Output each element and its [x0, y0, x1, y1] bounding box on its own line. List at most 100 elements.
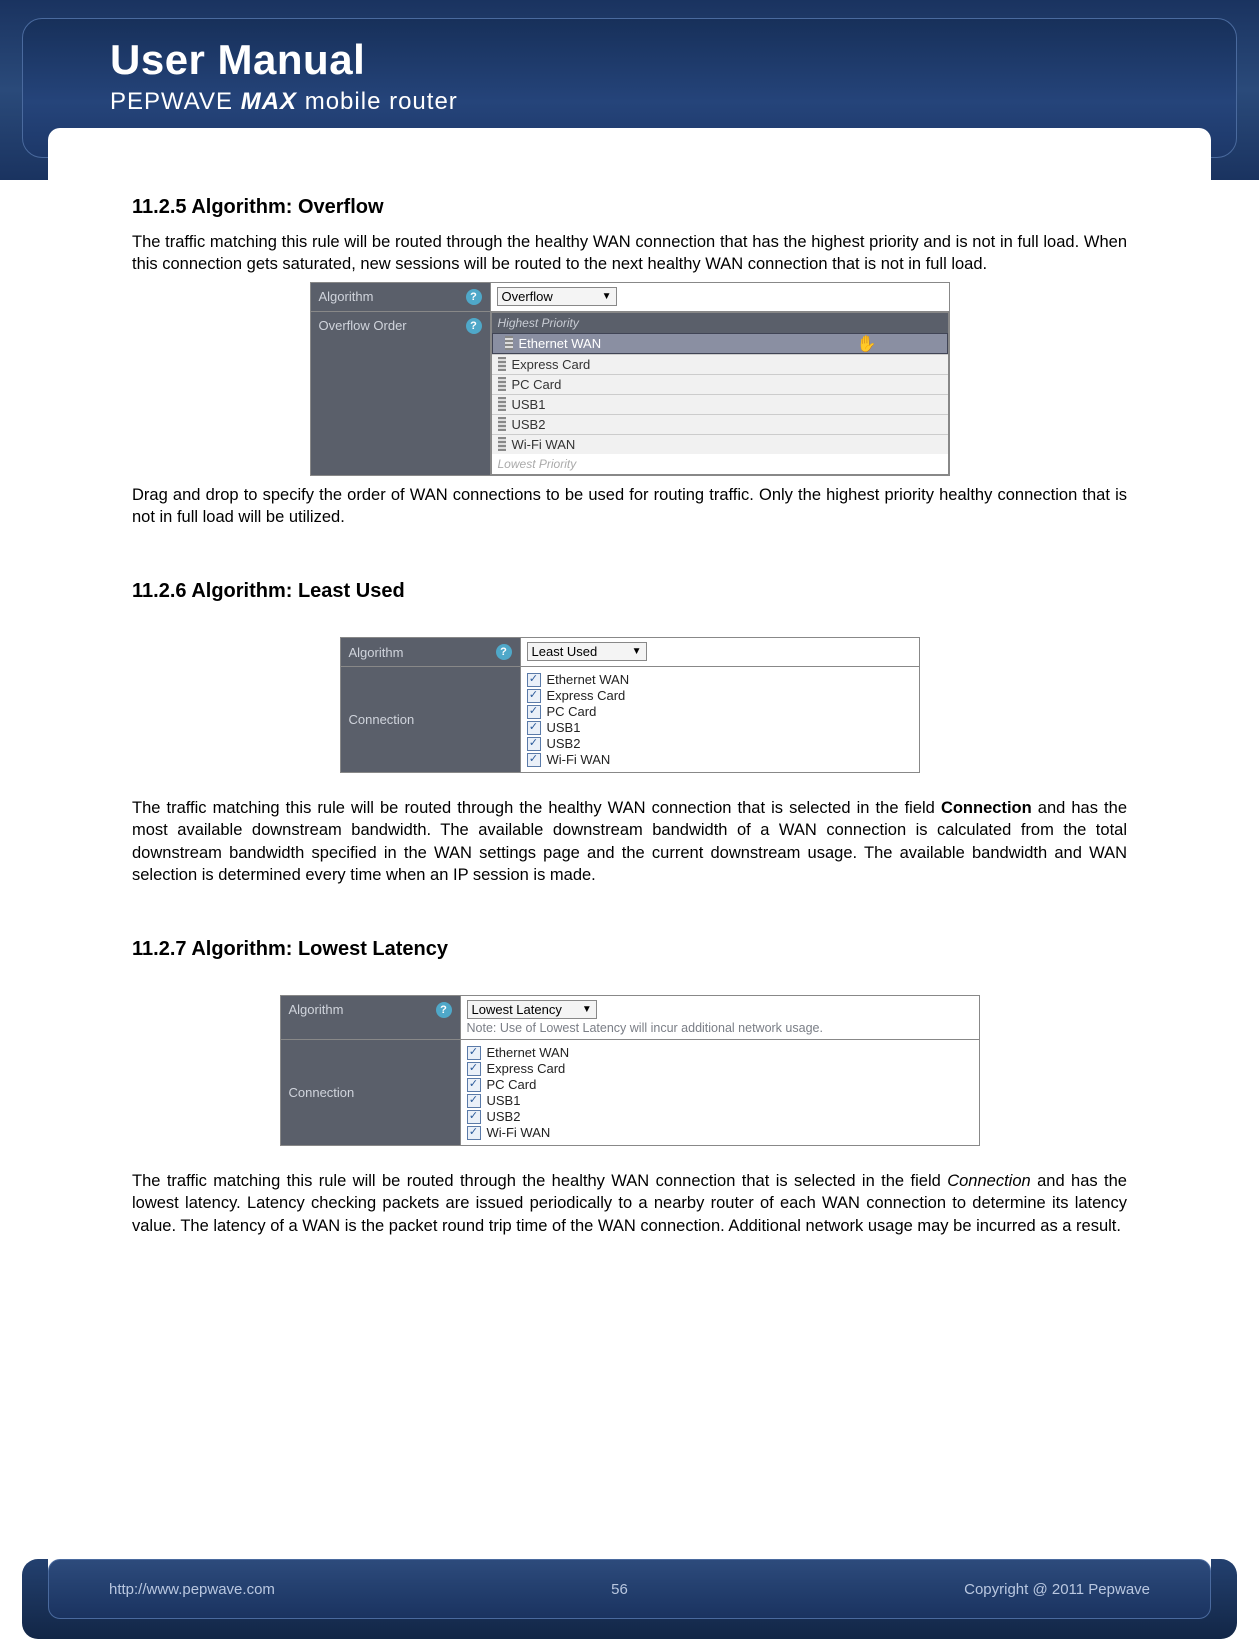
checkbox-icon: ✓	[467, 1126, 481, 1140]
connection-checklist: ✓Ethernet WAN ✓Express Card ✓PC Card ✓US…	[461, 1040, 979, 1145]
connection-checkbox[interactable]: ✓ Ethernet WAN	[527, 672, 913, 687]
connection-checklist: ✓Ethernet WAN ✓Express Card ✓PC Card ✓US…	[521, 667, 919, 772]
lowestlatency-config-panel: Algorithm ? Lowest Latency ▼ Note: Use o…	[280, 995, 980, 1146]
overflow-intro: The traffic matching this rule will be r…	[132, 231, 1127, 276]
checkbox-label: Express Card	[487, 1061, 566, 1076]
grip-icon[interactable]	[498, 397, 506, 411]
priority-item[interactable]: Express Card	[492, 354, 948, 374]
label-overflow-order-text: Overflow Order	[319, 318, 407, 333]
overflow-order-cell: Highest Priority Ethernet WAN ✋ Express …	[491, 312, 949, 475]
overflow-config-panel: Algorithm ? Overflow ▼ Overflow Order ? …	[310, 282, 950, 476]
section-heading-overflow: 11.2.5 Algorithm: Overflow	[132, 196, 1127, 219]
footer-copyright: Copyright @ 2011 Pepwave	[964, 1581, 1150, 1598]
priority-item-dragging[interactable]: Ethernet WAN ✋	[492, 333, 948, 354]
latency-note: Note: Use of Lowest Latency will incur a…	[467, 1021, 973, 1035]
overflow-after: Drag and drop to specify the order of WA…	[132, 484, 1127, 529]
priority-item-label: Express Card	[512, 357, 591, 372]
priority-bottom-label: Lowest Priority	[492, 454, 948, 474]
checkbox-label: Ethernet WAN	[547, 672, 630, 687]
connection-italic: Connection	[947, 1172, 1030, 1190]
brand-name: PEPWAVE	[110, 88, 233, 115]
label-algorithm: Algorithm ?	[311, 283, 491, 311]
algorithm-select[interactable]: Overflow ▼	[497, 287, 617, 306]
checkbox-label: USB1	[547, 720, 581, 735]
checkbox-label: USB1	[487, 1093, 521, 1108]
priority-item[interactable]: USB2	[492, 414, 948, 434]
connection-checkbox[interactable]: ✓ USB2	[467, 1109, 973, 1124]
priority-item-label: USB1	[512, 397, 546, 412]
priority-item[interactable]: Wi-Fi WAN	[492, 434, 948, 454]
label-algorithm: Algorithm ?	[281, 996, 461, 1039]
label-algorithm: Algorithm ?	[341, 638, 521, 666]
checkbox-icon: ✓	[527, 673, 541, 687]
checkbox-icon: ✓	[527, 705, 541, 719]
algorithm-value-cell: Lowest Latency ▼ Note: Use of Lowest Lat…	[461, 996, 979, 1039]
checkbox-icon: ✓	[527, 689, 541, 703]
connection-checkbox[interactable]: ✓Express Card	[527, 688, 913, 703]
label-overflow-order: Overflow Order ?	[311, 312, 491, 475]
label-connection-text: Connection	[289, 1085, 355, 1100]
footer-bar: http://www.pepwave.com 56 Copyright @ 20…	[48, 1559, 1211, 1619]
doc-subtitle: PEPWAVE MAX mobile router	[110, 88, 458, 116]
help-icon[interactable]: ?	[466, 318, 482, 334]
chevron-down-icon: ▼	[582, 1004, 592, 1015]
text-pre: The traffic matching this rule will be r…	[132, 1172, 947, 1190]
priority-item-label: Ethernet WAN	[519, 336, 602, 351]
leastused-config-panel: Algorithm ? Least Used ▼ Connection ✓ Eth…	[340, 637, 920, 773]
lowestlatency-after: The traffic matching this rule will be r…	[132, 1170, 1127, 1237]
page-number: 56	[611, 1581, 628, 1598]
checkbox-label: USB2	[547, 736, 581, 751]
grip-icon[interactable]	[498, 417, 506, 431]
label-algorithm-text: Algorithm	[289, 1002, 344, 1017]
connection-checkbox[interactable]: ✓ USB2	[527, 736, 913, 751]
checkbox-icon: ✓	[527, 753, 541, 767]
algorithm-select[interactable]: Least Used ▼	[527, 642, 647, 661]
label-connection: Connection	[281, 1040, 461, 1145]
checkbox-label: PC Card	[487, 1077, 537, 1092]
connection-checkbox[interactable]: ✓Wi-Fi WAN	[527, 752, 913, 767]
priority-item[interactable]: PC Card	[492, 374, 948, 394]
label-connection-text: Connection	[349, 712, 415, 727]
priority-item[interactable]: USB1	[492, 394, 948, 414]
checkbox-icon: ✓	[527, 737, 541, 751]
priority-item-label: PC Card	[512, 377, 562, 392]
help-icon[interactable]: ?	[496, 644, 512, 660]
algorithm-select-value: Lowest Latency	[472, 1002, 562, 1017]
algorithm-select[interactable]: Lowest Latency ▼	[467, 1000, 597, 1019]
connection-checkbox[interactable]: ✓ PC Card	[467, 1077, 973, 1092]
grab-cursor-icon: ✋	[857, 334, 877, 354]
algorithm-select-value: Least Used	[532, 644, 598, 659]
checkbox-label: USB2	[487, 1109, 521, 1124]
help-icon[interactable]: ?	[436, 1002, 452, 1018]
priority-top-label: Highest Priority	[492, 313, 948, 333]
connection-checkbox[interactable]: ✓ Wi-Fi WAN	[467, 1125, 973, 1140]
label-connection: Connection	[341, 667, 521, 772]
checkbox-icon: ✓	[467, 1046, 481, 1060]
section-heading-lowestlatency: 11.2.7 Algorithm: Lowest Latency	[132, 938, 1127, 961]
help-icon[interactable]: ?	[466, 289, 482, 305]
checkbox-label: PC Card	[547, 704, 597, 719]
priority-item-label: Wi-Fi WAN	[512, 437, 576, 452]
connection-checkbox[interactable]: ✓USB1	[467, 1093, 973, 1108]
grip-icon[interactable]	[498, 437, 506, 451]
checkbox-icon: ✓	[467, 1110, 481, 1124]
connection-checkbox[interactable]: ✓Ethernet WAN	[467, 1045, 973, 1060]
footer-url: http://www.pepwave.com	[109, 1581, 275, 1598]
connection-checkbox[interactable]: ✓Express Card	[467, 1061, 973, 1076]
priority-list: Highest Priority Ethernet WAN ✋ Express …	[491, 312, 949, 475]
grip-icon[interactable]	[505, 336, 513, 350]
tagline: mobile router	[305, 88, 458, 115]
doc-title: User Manual	[110, 36, 458, 84]
checkbox-label: Wi-Fi WAN	[487, 1125, 551, 1140]
grip-icon[interactable]	[498, 377, 506, 391]
grip-icon[interactable]	[498, 357, 506, 371]
leastused-after: The traffic matching this rule will be r…	[132, 797, 1127, 886]
connection-checkbox[interactable]: ✓ PC Card	[527, 704, 913, 719]
section-heading-leastused: 11.2.6 Algorithm: Least Used	[132, 580, 1127, 603]
connection-checkbox[interactable]: ✓USB1	[527, 720, 913, 735]
checkbox-icon: ✓	[467, 1078, 481, 1092]
page-body: 11.2.5 Algorithm: Overflow The traffic m…	[48, 128, 1211, 1591]
connection-bold: Connection	[941, 799, 1032, 817]
header-text: User Manual PEPWAVE MAX mobile router	[110, 36, 458, 116]
text-pre: The traffic matching this rule will be r…	[132, 799, 941, 817]
